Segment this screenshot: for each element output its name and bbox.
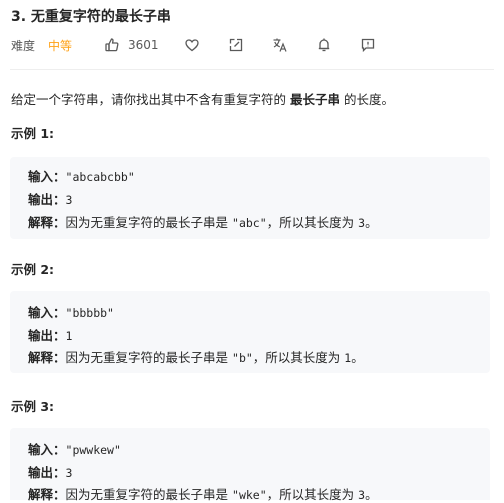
input-value: "pwwkew" bbox=[65, 443, 121, 457]
feedback-icon bbox=[361, 38, 375, 53]
description-prefix: 给定一个字符串，请你找出其中不含有重复字符的 bbox=[11, 92, 287, 107]
share-button[interactable] bbox=[228, 36, 244, 54]
example-2-input-line: 输入："bbbbb" bbox=[28, 302, 114, 321]
example-2-title: 示例 2: bbox=[11, 262, 55, 277]
favorite-button[interactable] bbox=[184, 36, 200, 54]
example-3-explanation-line: 解释：因为无重复字符的最长子串是 "wke"，所以其长度为 3。 bbox=[28, 484, 378, 503]
output-label: 输出： bbox=[28, 465, 66, 480]
input-value: "bbbbb" bbox=[65, 306, 114, 320]
explanation-label: 解释： bbox=[28, 215, 66, 230]
explanation-code: "abc" bbox=[232, 216, 267, 230]
description-bold: 最长子串 bbox=[290, 92, 341, 107]
explanation-end: 。 bbox=[351, 350, 364, 365]
bell-icon bbox=[318, 38, 330, 52]
example-3-box: 输入："pwwkew" 输出：3 解释：因为无重复字符的最长子串是 "wke"，… bbox=[10, 428, 490, 503]
like-button[interactable]: 3601 bbox=[104, 36, 159, 54]
example-1-input-line: 输入："abcabcbb" bbox=[28, 166, 135, 185]
translate-button[interactable] bbox=[272, 36, 288, 54]
header-divider bbox=[10, 69, 494, 70]
explanation-code: "b" bbox=[232, 351, 253, 365]
difficulty-value: 中等 bbox=[48, 38, 73, 53]
example-3-input-line: 输入："pwwkew" bbox=[28, 439, 121, 458]
example-3-title: 示例 3: bbox=[11, 399, 55, 414]
difficulty-label: 难度 bbox=[11, 38, 36, 53]
explanation-text: 因为无重复字符的最长子串是 bbox=[65, 350, 229, 365]
feedback-button[interactable] bbox=[360, 36, 376, 54]
input-label: 输入： bbox=[28, 305, 66, 320]
example-2-box: 输入："bbbbb" 输出：1 解释：因为无重复字符的最长子串是 "b"，所以其… bbox=[10, 291, 490, 373]
output-label: 输出： bbox=[28, 328, 66, 343]
output-value: 3 bbox=[65, 466, 73, 480]
example-1-explanation-line: 解释：因为无重复字符的最长子串是 "abc"，所以其长度为 3。 bbox=[28, 212, 378, 231]
problem-meta-bar: 难度 中等 3601 bbox=[0, 36, 504, 54]
output-value: 1 bbox=[65, 329, 73, 343]
input-label: 输入： bbox=[28, 169, 66, 184]
example-1-box: 输入："abcabcbb" 输出：3 解释：因为无重复字符的最长子串是 "abc… bbox=[10, 157, 490, 239]
example-2-explanation-line: 解释：因为无重复字符的最长子串是 "b"，所以其长度为 1。 bbox=[28, 347, 364, 366]
like-count: 3601 bbox=[128, 38, 159, 52]
explanation-end: 。 bbox=[365, 215, 378, 230]
output-label: 输出： bbox=[28, 192, 66, 207]
subscribe-button[interactable] bbox=[316, 36, 332, 54]
heart-icon bbox=[185, 39, 199, 52]
example-3-output-line: 输出：3 bbox=[28, 462, 72, 481]
input-label: 输入： bbox=[28, 442, 66, 457]
input-value: "abcabcbb" bbox=[65, 170, 135, 184]
explanation-mid: ，所以其长度为 bbox=[252, 350, 341, 365]
problem-title: 3. 无重复字符的最长子串 bbox=[11, 9, 171, 25]
example-1-title: 示例 1: bbox=[11, 126, 55, 141]
output-value: 3 bbox=[65, 193, 73, 207]
translate-icon bbox=[273, 38, 287, 52]
share-icon bbox=[229, 38, 243, 52]
explanation-label: 解释： bbox=[28, 350, 66, 365]
explanation-text: 因为无重复字符的最长子串是 bbox=[65, 215, 229, 230]
example-2-output-line: 输出：1 bbox=[28, 325, 72, 344]
thumbs-up-icon bbox=[105, 38, 119, 52]
example-1-output-line: 输出：3 bbox=[28, 189, 72, 208]
description-suffix: 的长度。 bbox=[344, 92, 395, 107]
problem-description: 给定一个字符串，请你找出其中不含有重复字符的 最长子串 的长度。 bbox=[11, 89, 394, 108]
explanation-mid: ，所以其长度为 bbox=[266, 215, 355, 230]
